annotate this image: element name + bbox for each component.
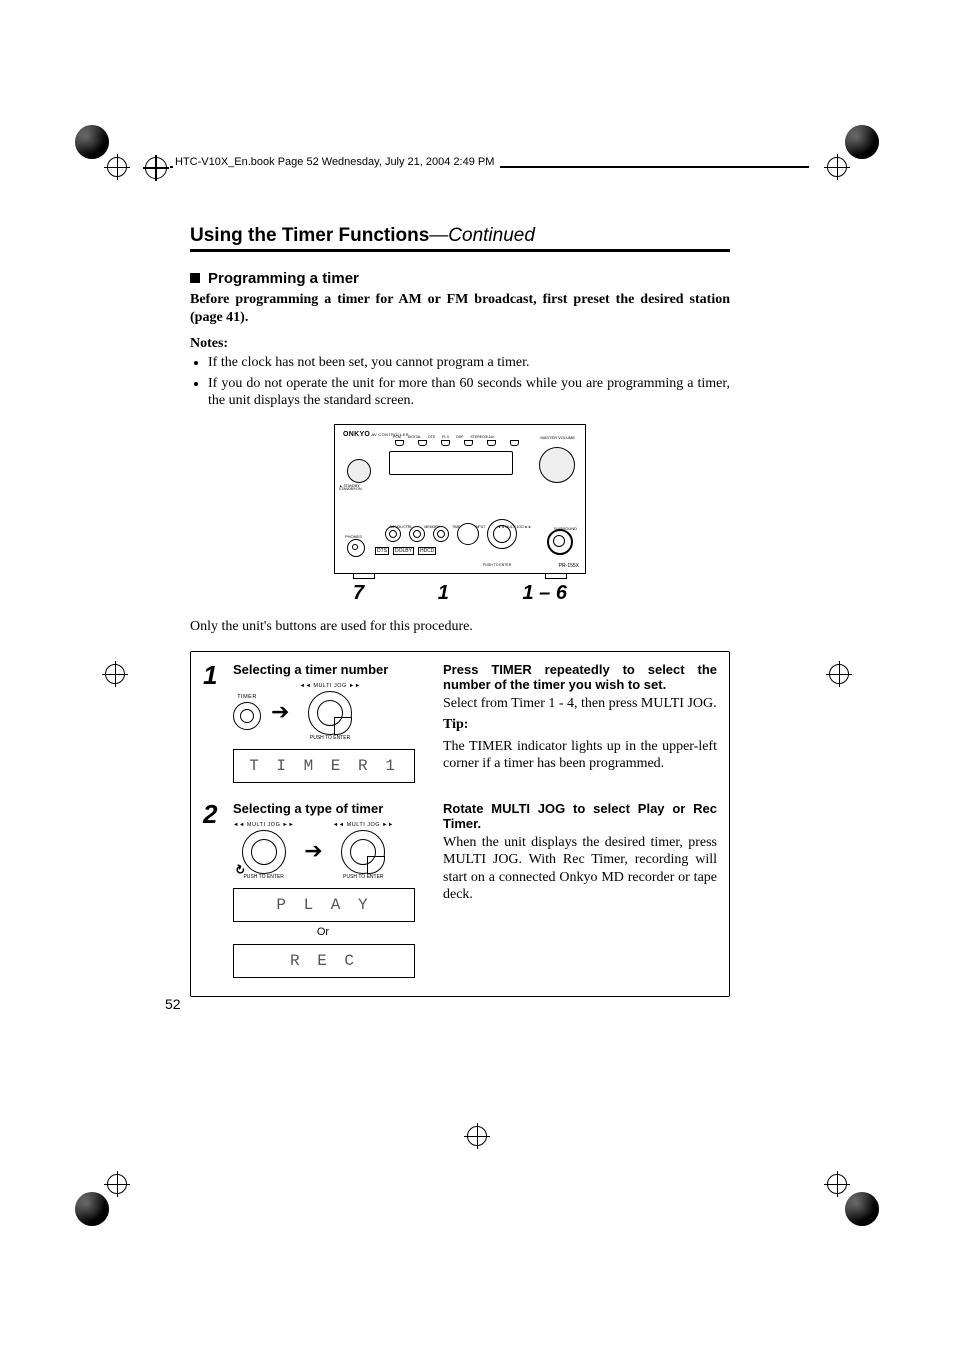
title-rule [190,249,730,252]
crop-mark-bottom-left [75,1166,135,1226]
multi-jog-label: ◄◄ MULTI JOG ►► [299,683,360,689]
front-panel-diagram: ONKYO AV CONTROLLER PCMDIGITALDTSPL IIDS… [334,424,586,574]
subsection-heading: Programming a timer [190,270,730,287]
standby-button-icon [347,459,371,483]
tip-label: Tip: [443,716,717,734]
notes-label: Notes: [190,336,730,352]
model-label: PR-155X [559,563,579,569]
multi-jog-knob-icon [308,691,352,735]
crop-mark-top-left [75,125,135,185]
timer-label: TIMER [233,694,261,700]
timer-knob-icon [233,702,261,730]
section-title-main: Using the Timer Functions [190,225,429,246]
master-volume-label: MASTER VOLUME [540,435,575,440]
step-right-body: Select from Timer 1 - 4, then press MULT… [443,695,717,713]
push-enter-label: PUSH TO ENTER [333,874,394,880]
multi-jog-knob-icon [341,830,385,874]
square-bullet-icon [190,273,200,283]
intro-paragraph: Before programming a timer for AM or FM … [190,291,730,326]
multi-jog-knob-icon [487,519,517,549]
step-right-title: Rotate MULTI JOG to select Play or Rec T… [443,801,717,831]
header-bullet-icon [145,157,167,179]
note-item: If you do not operate the unit for more … [208,375,730,410]
display-timer-1: T I M E R 1 [233,749,415,783]
timer-knob-figure: TIMER ➔ ◄◄ MULTI JOG ►► PUSH TO ENTER [233,683,433,741]
page-number: 52 [165,996,181,1012]
callout-1: 1 [438,582,449,605]
or-label: Or [233,926,413,938]
knob-icon [385,526,401,542]
led-indicators [395,440,519,446]
panel-callouts: 7 1 1 – 6 [335,582,585,605]
step-left-title: Selecting a timer number [233,662,433,677]
step-right-title: Press TIMER repeatedly to select the num… [443,662,717,692]
brand-label: ONKYO [343,431,370,438]
knob-icon [433,526,449,542]
surround-knob-icon [547,529,573,555]
foot-icon [353,573,375,579]
steps-box: 1 Selecting a timer number TIMER ➔ ◄◄ MU… [190,651,730,997]
foot-icon [545,573,567,579]
crop-mark-left [105,664,125,684]
step-right-body: When the unit displays the desired timer… [443,834,717,904]
display-play: P L A Y [233,888,415,922]
procedure-note: Only the unit's buttons are used for thi… [190,619,730,635]
crop-mark-top-right [819,125,879,185]
led-labels: PCMDIGITALDTSPL IIDSPSTEREO/5.1ch [393,435,501,439]
section-title-continued: —Continued [429,225,535,246]
book-header: HTC-V10X_En.book Page 52 Wednesday, July… [145,155,809,179]
crop-mark-bottom [467,1126,487,1146]
step-number: 1 [203,662,223,783]
crop-mark-right [829,664,849,684]
arrow-right-icon: ➔ [271,701,289,723]
multi-jog-label: ◄◄ MULTI JOG ►► [333,822,394,828]
codec-logos: DTS DOLBY HDCD [375,547,436,555]
push-enter-label: PUSH TO ENTER [299,735,360,741]
volume-knob-icon [539,447,575,483]
step-number: 2 [203,801,223,978]
subsection-heading-text: Programming a timer [208,270,359,287]
step-left-title: Selecting a type of timer [233,801,433,816]
phones-jack-icon [347,539,365,557]
standby-labels: ▲ STANDBY STANDBY/ON [339,485,362,492]
section-title: Using the Timer Functions—Continued [190,225,730,247]
step-2: 2 Selecting a type of timer ◄◄ MULTI JOG… [203,801,717,978]
jog-rotate-figure: ◄◄ MULTI JOG ►► ↻ PUSH TO ENTER ➔ ◄◄ MUL… [233,822,433,880]
callout-1-6: 1 – 6 [523,582,567,605]
push-enter-label: PUSH TO ENTER [483,563,511,567]
knob-icon [409,526,425,542]
book-info: HTC-V10X_En.book Page 52 Wednesday, July… [173,156,500,168]
notes-list: If the clock has not been set, you canno… [190,354,730,410]
step-1: 1 Selecting a timer number TIMER ➔ ◄◄ MU… [203,662,717,783]
note-item: If the clock has not been set, you canno… [208,354,730,372]
tip-body: The TIMER indicator lights up in the upp… [443,738,717,773]
input-knob-icon [457,523,479,545]
knob-row [385,519,517,549]
arrow-right-icon: ➔ [304,840,322,862]
panel-screen [389,451,513,475]
phones-label: PHONES [345,534,362,539]
display-rec: R E C [233,944,415,978]
multi-jog-label: ◄◄ MULTI JOG ►► [233,822,294,828]
crop-mark-bottom-right [819,1166,879,1226]
callout-7: 7 [353,582,364,605]
multi-jog-rotate-icon: ↻ [242,830,286,874]
